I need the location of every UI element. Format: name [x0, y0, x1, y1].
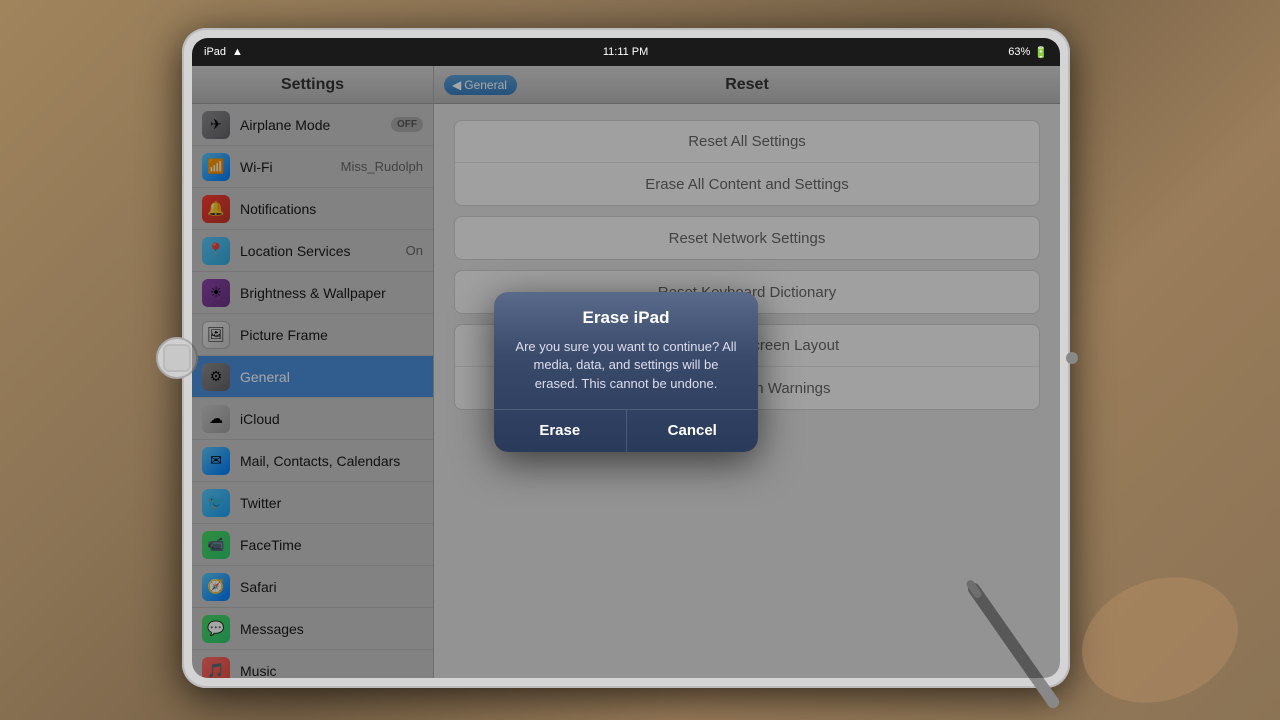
cancel-label: Cancel — [668, 422, 717, 439]
erase-confirm-label: Erase — [539, 422, 580, 439]
dialog-title: Erase iPad — [494, 292, 758, 334]
battery-text: 63% — [1008, 46, 1030, 58]
erase-confirm-button[interactable]: Erase — [494, 410, 627, 452]
signal-icon: ▲ — [232, 46, 243, 58]
right-panel: ◀ General Reset Reset All Settings Erase… — [434, 66, 1060, 678]
main-content: Settings ✈ Airplane Mode OFF 📶 Wi-Fi Mis… — [192, 66, 1060, 678]
ipad-frame: iPad ▲ 11:11 PM 63% 🔋 Settings ✈ Airpl — [182, 28, 1070, 688]
status-time: 11:11 PM — [603, 46, 648, 58]
cancel-button[interactable]: Cancel — [627, 410, 759, 452]
dialog-buttons: Erase Cancel — [494, 409, 758, 452]
battery-icon: 🔋 — [1034, 46, 1048, 59]
dialog-message: Are you sure you want to continue? All m… — [494, 334, 758, 409]
erase-ipad-dialog: Erase iPad Are you sure you want to cont… — [494, 292, 758, 452]
status-bar: iPad ▲ 11:11 PM 63% 🔋 — [192, 38, 1060, 66]
home-button-inner — [163, 344, 191, 372]
ipad-screen: iPad ▲ 11:11 PM 63% 🔋 Settings ✈ Airpl — [192, 38, 1060, 678]
device-name: iPad — [204, 46, 226, 58]
status-right: 63% 🔋 — [1008, 46, 1048, 59]
status-left: iPad ▲ — [204, 46, 243, 58]
modal-overlay: Erase iPad Are you sure you want to cont… — [192, 66, 1060, 678]
side-indicator-dot — [1066, 352, 1078, 364]
